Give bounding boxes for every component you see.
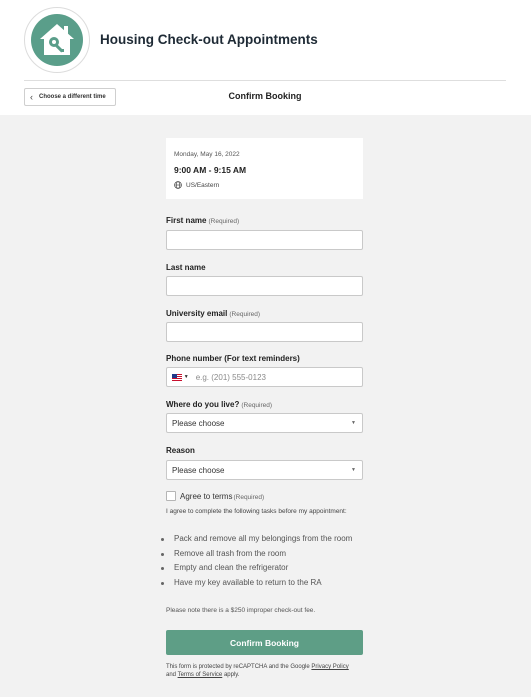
phone-label: Phone number (For text reminders) xyxy=(166,354,300,363)
residence-label: Where do you live? (Required) xyxy=(166,400,272,409)
country-caret-icon[interactable]: ▼ xyxy=(184,374,189,380)
logo xyxy=(24,7,90,73)
list-item: Remove all trash from the room xyxy=(161,549,366,560)
back-button-label: Choose a different time xyxy=(39,94,106,100)
required-note: (Required) xyxy=(208,218,240,225)
email-label: University email (Required) xyxy=(166,309,260,318)
globe-icon xyxy=(174,181,182,189)
fee-note: Please note there is a $250 improper che… xyxy=(166,607,316,614)
residence-select[interactable]: Please choose ▼ xyxy=(166,413,363,433)
page-title: Confirm Booking xyxy=(228,91,302,101)
legal-suffix: apply. xyxy=(223,672,240,678)
booking-summary: Monday, May 16, 2022 9:00 AM - 9:15 AM U… xyxy=(166,138,363,199)
reason-selected-value: Please choose xyxy=(172,465,225,475)
recaptcha-notice: This form is protected by reCAPTCHA and … xyxy=(166,663,371,679)
caret-down-icon: ▼ xyxy=(351,420,356,426)
choose-different-time-button[interactable]: ‹ Choose a different time xyxy=(24,88,116,106)
email-input[interactable] xyxy=(167,324,362,343)
reason-label: Reason xyxy=(166,446,195,455)
list-item: Pack and remove all my belongings from t… xyxy=(161,534,366,545)
reason-select[interactable]: Please choose ▼ xyxy=(166,460,363,480)
phone-field[interactable]: ▼ xyxy=(166,367,363,387)
confirm-booking-button[interactable]: Confirm Booking xyxy=(166,630,363,655)
agree-terms-row[interactable]: Agree to terms(Required) xyxy=(166,491,264,501)
privacy-policy-link[interactable]: Privacy Policy xyxy=(311,664,348,670)
email-label-text: University email xyxy=(166,309,228,318)
required-note: (Required) xyxy=(241,402,273,409)
email-field[interactable] xyxy=(166,322,363,343)
first-name-label: First name (Required) xyxy=(166,216,239,225)
agree-terms-checkbox[interactable] xyxy=(166,491,176,501)
summary-timezone: US/Eastern xyxy=(174,181,355,189)
chevron-left-icon: ‹ xyxy=(30,91,33,102)
summary-time: 9:00 AM - 9:15 AM xyxy=(174,165,247,175)
list-item: Empty and clean the refrigerator xyxy=(161,563,366,574)
legal-prefix: This form is protected by reCAPTCHA and … xyxy=(166,664,312,670)
us-flag-icon[interactable] xyxy=(172,373,182,381)
last-name-input[interactable] xyxy=(167,278,362,297)
last-name-field[interactable] xyxy=(166,276,363,297)
header: Housing Check-out Appointments ‹ Choose … xyxy=(0,0,531,115)
required-note: (Required) xyxy=(233,493,265,501)
agree-terms-text[interactable]: Agree to terms xyxy=(180,492,232,501)
header-divider xyxy=(24,80,506,81)
caret-down-icon: ▼ xyxy=(351,467,356,473)
residence-label-text: Where do you live? xyxy=(166,400,240,409)
legal-and: and xyxy=(166,672,177,678)
phone-input[interactable] xyxy=(193,368,362,386)
required-note: (Required) xyxy=(229,311,261,318)
task-list: Pack and remove all my belongings from t… xyxy=(161,534,366,592)
terms-intro: I agree to complete the following tasks … xyxy=(166,508,347,515)
list-item: Have my key available to return to the R… xyxy=(161,578,366,589)
house-key-logo-icon xyxy=(31,14,83,66)
summary-date: Monday, May 16, 2022 xyxy=(174,151,240,158)
terms-of-service-link[interactable]: Terms of Service xyxy=(178,672,223,678)
first-name-label-text: First name xyxy=(166,216,207,225)
first-name-field[interactable] xyxy=(166,230,363,251)
last-name-label: Last name xyxy=(166,263,206,272)
first-name-input[interactable] xyxy=(167,232,362,251)
timezone-label: US/Eastern xyxy=(186,181,220,189)
agree-terms-label[interactable]: Agree to terms(Required) xyxy=(180,492,264,501)
residence-selected-value: Please choose xyxy=(172,418,225,428)
last-name-label-text: Last name xyxy=(166,263,206,272)
app-title: Housing Check-out Appointments xyxy=(100,32,318,47)
